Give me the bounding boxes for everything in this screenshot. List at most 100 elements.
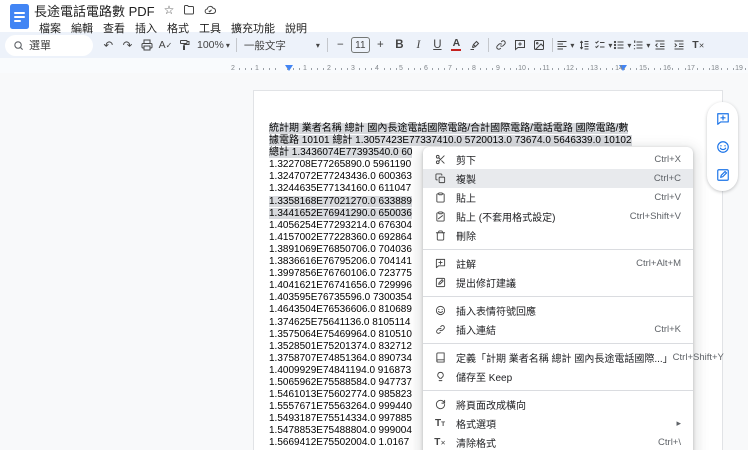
- emoji-icon: [716, 140, 730, 154]
- text-color-button[interactable]: A: [447, 35, 466, 55]
- menu-item-insert-link[interactable]: 插入連結 Ctrl+K: [423, 320, 693, 339]
- toolbar-separator: [326, 38, 328, 52]
- menu-item-delete[interactable]: 刪除: [423, 226, 693, 245]
- menus-search-button[interactable]: 選單: [5, 34, 93, 56]
- menu-item-define[interactable]: 定義「計期 業者名稱 總計 國內長途電話國際...」 Ctrl+Shift+Y: [423, 348, 724, 367]
- emoji-icon: [434, 305, 446, 316]
- document-canvas: 統計期 業者名稱 總計 國內長途電話國際電路/合計國際電路/電話電路 國際電路/…: [0, 73, 748, 450]
- suggest-edits-icon: [716, 168, 730, 182]
- menubar-item-edit[interactable]: 編輯: [66, 19, 98, 37]
- doc-title[interactable]: 長途電話電路數 PDF: [34, 1, 155, 20]
- menu-item-cut[interactable]: 剪下 Ctrl+X: [423, 150, 693, 169]
- ruler-number: 14: [615, 65, 623, 72]
- document-text-line[interactable]: 統計期 業者名稱 總計 國內長途電話國際電路/合計國際電路/電話電路 國際電路/…: [269, 123, 632, 135]
- ruler-tick: [317, 68, 319, 70]
- insert-image-button[interactable]: [530, 35, 549, 55]
- menu-separator: [423, 343, 693, 344]
- ruler-tick: [455, 68, 457, 70]
- chevron-down-icon: ▾: [646, 40, 651, 50]
- decrease-indent-button[interactable]: [651, 35, 670, 55]
- outdent-icon: [655, 40, 665, 50]
- ruler-number: 16: [663, 65, 671, 72]
- increase-indent-button[interactable]: [670, 35, 689, 55]
- menu-item-suggest-edits[interactable]: 提出修訂建議: [423, 273, 693, 292]
- search-icon: [14, 40, 24, 50]
- checklist-dropdown[interactable]: ▾: [594, 35, 613, 55]
- menubar-item-file[interactable]: 檔案: [34, 19, 66, 37]
- insert-link-button[interactable]: [492, 35, 511, 55]
- add-comment-button[interactable]: [511, 35, 530, 55]
- paint-format-button[interactable]: [175, 35, 194, 55]
- ruler-tick: [443, 68, 445, 70]
- align-dropdown[interactable]: ▾: [556, 35, 575, 55]
- menu-item-shortcut: Ctrl+K: [654, 324, 681, 335]
- redo-button[interactable]: ↷: [118, 35, 137, 55]
- menu-item-shortcut: Ctrl+Alt+M: [636, 258, 681, 269]
- paragraph-styles-dropdown[interactable]: 一般文字 ▾: [240, 35, 324, 55]
- menu-item-save-to-keep[interactable]: 儲存至 Keep: [423, 367, 693, 386]
- zoom-dropdown[interactable]: 100% ▾: [194, 35, 233, 55]
- ruler-number: 4: [375, 65, 379, 72]
- ruler-tick: [624, 68, 626, 70]
- ruler-tick: [293, 68, 295, 70]
- ruler-tick: [269, 68, 271, 70]
- cut-icon: [434, 154, 446, 165]
- add-comment-button[interactable]: [711, 107, 734, 130]
- ruler-number: 6: [424, 65, 428, 72]
- ruler-number: 10: [518, 65, 526, 72]
- star-icon[interactable]: ☆: [164, 4, 175, 16]
- font-size-input[interactable]: 11: [350, 37, 370, 53]
- docs-logo-icon[interactable]: [10, 4, 29, 29]
- move-folder-icon[interactable]: [183, 4, 195, 16]
- clear-formatting-button[interactable]: T✕: [689, 35, 708, 55]
- underline-button[interactable]: U: [428, 35, 447, 55]
- checklist-icon: [595, 40, 605, 49]
- document-text-line[interactable]: 據電路 10101 總計 1.3057423E77337410.0 572001…: [269, 135, 632, 147]
- ruler-tick: [582, 68, 584, 70]
- ruler-tick: [437, 68, 439, 70]
- italic-button[interactable]: I: [409, 35, 428, 55]
- ruler-tick: [576, 68, 578, 70]
- context-menu: 剪下 Ctrl+X 複製 Ctrl+C 貼上 Ctrl+V 貼上 (不套用格式設定) Ctrl…: [423, 147, 724, 450]
- menu-item-comment[interactable]: 註解 Ctrl+Alt+M: [423, 254, 693, 273]
- ruler-number: 18: [711, 65, 719, 72]
- margin-actions-pill: [707, 102, 738, 191]
- menu-item-page-to-landscape[interactable]: 將頁面改成橫向: [423, 395, 693, 414]
- emoji-reaction-button[interactable]: [711, 135, 734, 158]
- menu-item-copy[interactable]: 複製 Ctrl+C: [423, 169, 693, 188]
- bold-button[interactable]: B: [390, 35, 409, 55]
- font-size-decrease-button[interactable]: −: [331, 35, 350, 55]
- ruler-tick: [660, 68, 662, 70]
- cloud-status-icon[interactable]: [204, 4, 217, 16]
- font-size-increase-button[interactable]: +: [371, 35, 390, 55]
- ruler-tick: [654, 68, 656, 70]
- menu-item-shortcut: Ctrl+Shift+Y: [672, 352, 724, 363]
- undo-icon: ↶: [103, 40, 114, 52]
- ruler-tick: [485, 68, 487, 70]
- menu-item-shortcut: Ctrl+X: [654, 154, 681, 165]
- menu-item-insert-emoji-reaction[interactable]: 插入表情符號回應: [423, 301, 693, 320]
- line-spacing-button[interactable]: [575, 35, 594, 55]
- menu-item-label: 插入表情符號回應: [456, 307, 536, 318]
- print-button[interactable]: [137, 35, 156, 55]
- ruler-number: 13: [590, 65, 598, 72]
- menu-item-label: 貼上: [456, 194, 476, 205]
- ruler-tick: [431, 68, 433, 70]
- numbered-list-dropdown[interactable]: ▾: [632, 35, 651, 55]
- menu-item-label: 剪下: [456, 156, 476, 167]
- menu-item-paste-without-formatting[interactable]: 貼上 (不套用格式設定) Ctrl+Shift+V: [423, 207, 693, 226]
- comment-plus-icon: [716, 112, 730, 126]
- menu-item-clear-formatting[interactable]: T✕ 清除格式 Ctrl+\: [423, 433, 693, 450]
- bulleted-list-dropdown[interactable]: ▾: [613, 35, 632, 55]
- ruler-tick: [341, 68, 343, 70]
- menu-item-format-options[interactable]: TT 格式選項 ▸: [423, 414, 693, 433]
- ruler-tick: [365, 68, 367, 70]
- ruler-tick: [515, 68, 517, 70]
- menu-item-paste[interactable]: 貼上 Ctrl+V: [423, 188, 693, 207]
- suggest-edits-button[interactable]: [711, 163, 734, 186]
- undo-button[interactable]: ↶: [99, 35, 118, 55]
- ruler-tick: [263, 68, 265, 70]
- spellcheck-button[interactable]: A✓: [156, 35, 175, 55]
- ruler-tick: [383, 68, 385, 70]
- highlight-color-button[interactable]: [466, 35, 485, 55]
